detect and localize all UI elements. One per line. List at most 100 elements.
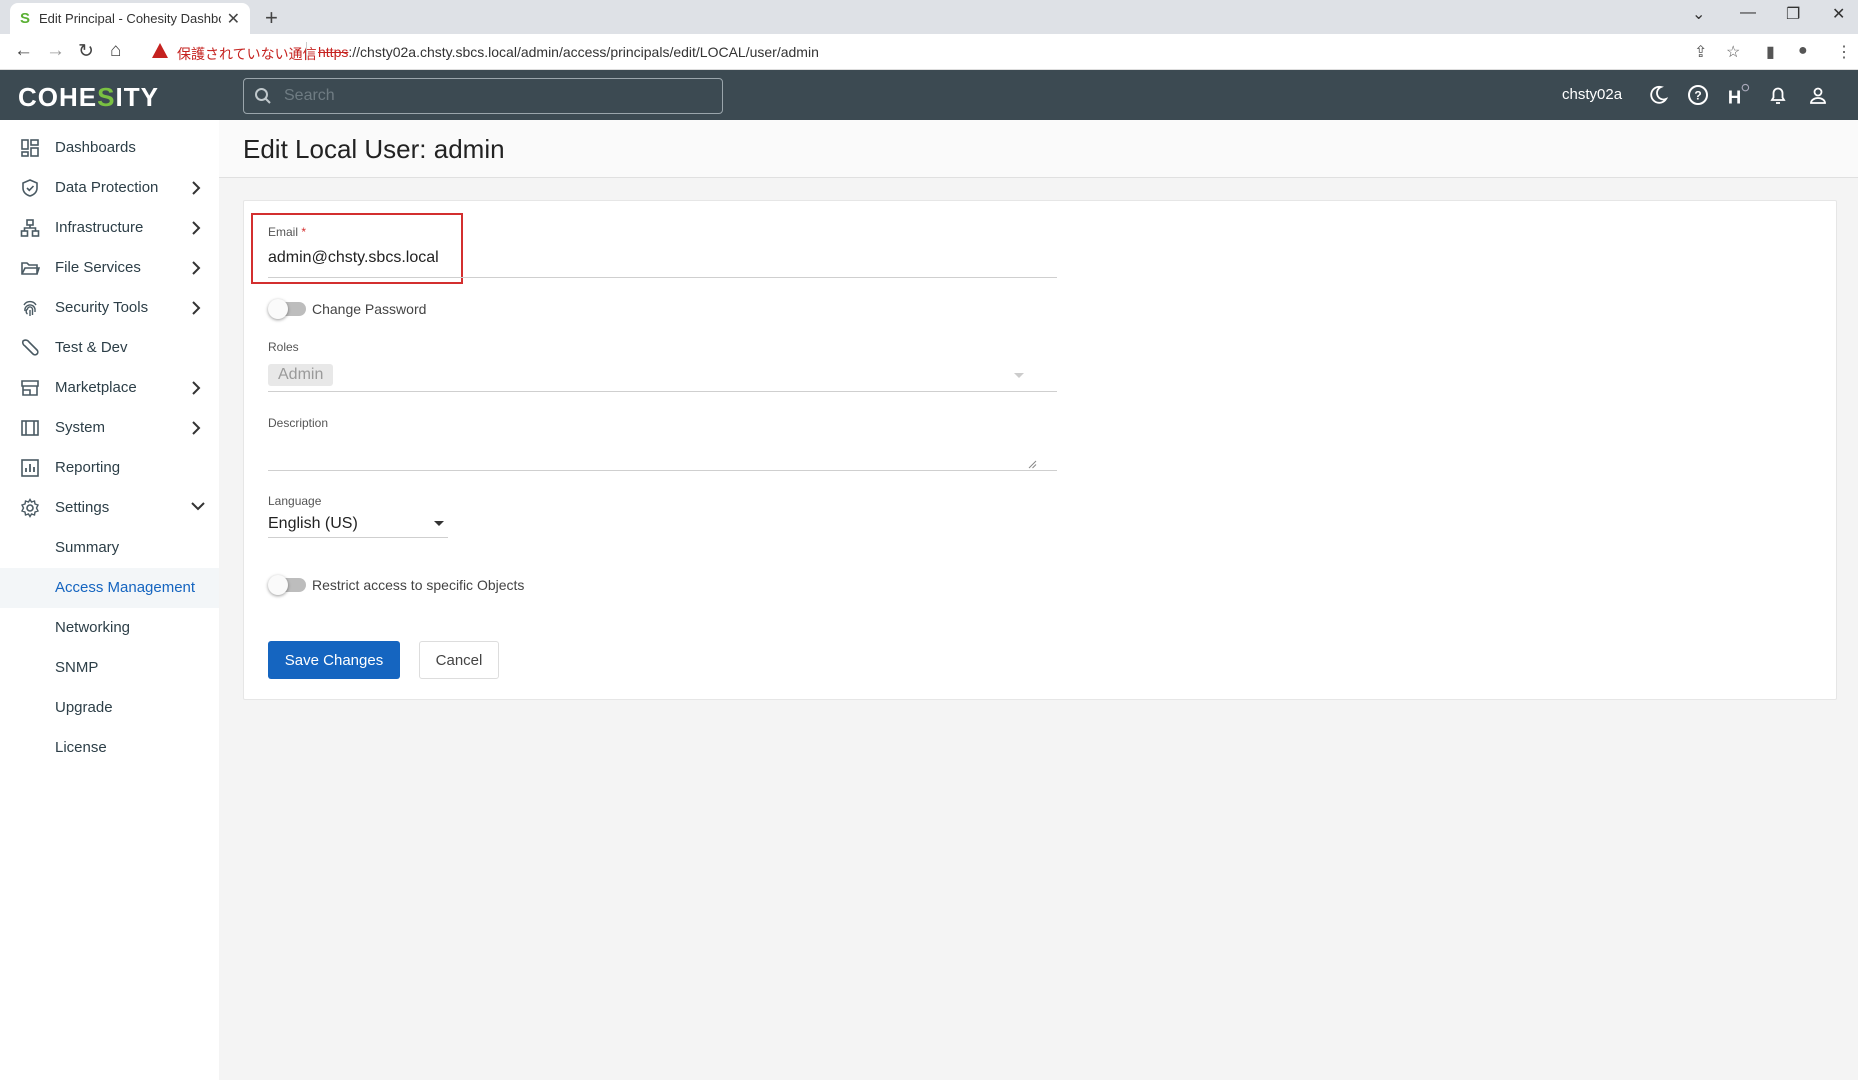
sidebar-subitem-label: Summary bbox=[55, 539, 120, 556]
description-underline bbox=[268, 470, 1057, 471]
language-select[interactable]: English (US) bbox=[268, 515, 358, 533]
helios-icon[interactable]: H bbox=[1726, 83, 1750, 107]
sidebar-item-test-dev[interactable]: Test & Dev bbox=[0, 328, 219, 368]
cancel-button[interactable]: Cancel bbox=[419, 641, 499, 679]
side-panel-icon[interactable]: ▮ bbox=[1766, 42, 1775, 62]
store-icon bbox=[21, 380, 39, 396]
minimize-icon[interactable]: — bbox=[1740, 4, 1756, 22]
share-icon[interactable]: ⇪ bbox=[1694, 42, 1707, 62]
sidebar-subitem-summary[interactable]: Summary bbox=[0, 528, 219, 568]
sidebar-item-label: Data Protection bbox=[55, 179, 159, 196]
infrastructure-icon bbox=[20, 219, 40, 237]
chevron-right-icon bbox=[192, 221, 201, 235]
cohesity-favicon-icon: S bbox=[20, 10, 31, 27]
wrench-icon bbox=[21, 339, 39, 356]
search-icon bbox=[255, 88, 271, 104]
url-field[interactable]: https://chsty02a.chsty.sbcs.local/admin/… bbox=[318, 44, 819, 60]
sidebar-item-label: Settings bbox=[55, 499, 110, 516]
browser-menu-icon[interactable]: ⋮ bbox=[1836, 42, 1852, 62]
roles-underline bbox=[268, 391, 1057, 392]
restore-icon[interactable]: ❐ bbox=[1786, 4, 1800, 24]
address-bar: ← → ↻ ⌂ 保護されていない通信 https://chsty02a.chst… bbox=[0, 34, 1858, 70]
role-chip-admin: Admin bbox=[268, 364, 334, 386]
cohesity-logo[interactable]: COHESITY bbox=[18, 82, 159, 113]
chevron-down-icon bbox=[191, 502, 205, 511]
change-password-toggle[interactable] bbox=[268, 299, 306, 319]
url-path: ://chsty02a.chsty.sbcs.local/admin/acces… bbox=[348, 44, 819, 60]
sidebar-subitem-license[interactable]: License bbox=[0, 728, 219, 768]
sidebar-item-system[interactable]: System bbox=[0, 408, 219, 448]
sidebar-subitem-networking[interactable]: Networking bbox=[0, 608, 219, 648]
browser-tab[interactable]: S Edit Principal - Cohesity Dashboa ✕ bbox=[10, 3, 250, 34]
sidebar-item-data-protection[interactable]: Data Protection bbox=[0, 168, 219, 208]
edit-user-form: Email * admin@chsty.sbcs.local Change Pa… bbox=[243, 200, 1837, 700]
help-icon[interactable]: ? bbox=[1686, 83, 1710, 107]
sidebar-subitem-snmp[interactable]: SNMP bbox=[0, 648, 219, 688]
profile-icon[interactable]: ● bbox=[1798, 42, 1808, 60]
sidebar-item-label: Marketplace bbox=[55, 379, 137, 396]
sidebar-item-label: Security Tools bbox=[55, 299, 149, 316]
language-dropdown-caret-icon[interactable] bbox=[434, 521, 444, 526]
system-icon bbox=[21, 420, 39, 436]
dark-mode-icon[interactable] bbox=[1646, 83, 1670, 107]
sidebar-item-marketplace[interactable]: Marketplace bbox=[0, 368, 219, 408]
sidebar-item-settings[interactable]: Settings bbox=[0, 488, 219, 528]
gear-icon bbox=[21, 498, 39, 518]
roles-dropdown-caret-icon[interactable] bbox=[1014, 373, 1024, 378]
tab-title: Edit Principal - Cohesity Dashboa bbox=[39, 11, 221, 26]
email-field[interactable]: admin@chsty.sbcs.local bbox=[268, 249, 439, 267]
sidebar-subitem-label: Access Management bbox=[55, 579, 196, 596]
chevron-right-icon bbox=[192, 381, 201, 395]
url-divider bbox=[306, 42, 307, 60]
close-window-icon[interactable]: ✕ bbox=[1832, 4, 1845, 24]
bell-icon[interactable] bbox=[1766, 83, 1790, 107]
description-textarea[interactable] bbox=[268, 434, 1057, 470]
dashboard-icon bbox=[21, 139, 39, 157]
sidebar-item-file-services[interactable]: File Services bbox=[0, 248, 219, 288]
report-icon bbox=[21, 459, 39, 477]
tab-close-icon[interactable]: ✕ bbox=[227, 9, 240, 29]
search-input[interactable] bbox=[284, 87, 704, 105]
security-warning[interactable]: 保護されていない通信 bbox=[177, 44, 317, 64]
url-scheme: https bbox=[318, 44, 349, 60]
tab-search-icon[interactable]: ⌄ bbox=[1692, 4, 1705, 24]
home-icon[interactable]: ⌂ bbox=[110, 40, 121, 62]
email-label: Email * bbox=[268, 225, 307, 239]
save-changes-button[interactable]: Save Changes bbox=[268, 641, 400, 679]
cluster-name[interactable]: chsty02a bbox=[1562, 86, 1622, 103]
sidebar-item-infrastructure[interactable]: Infrastructure bbox=[0, 208, 219, 248]
restrict-access-toggle[interactable] bbox=[268, 575, 306, 595]
sidebar-item-label: Reporting bbox=[55, 459, 121, 476]
app-header: COHESITY chsty02a ? H bbox=[0, 70, 1858, 120]
chevron-right-icon bbox=[192, 301, 201, 315]
chevron-right-icon bbox=[192, 181, 201, 195]
resize-handle-icon[interactable] bbox=[1027, 459, 1037, 469]
email-underline bbox=[268, 277, 1057, 278]
sidebar-subitem-label: SNMP bbox=[55, 659, 99, 676]
sidebar-item-reporting[interactable]: Reporting bbox=[0, 448, 219, 488]
user-icon[interactable] bbox=[1806, 83, 1830, 107]
browser-tab-strip: S Edit Principal - Cohesity Dashboa ✕ + … bbox=[0, 0, 1858, 34]
sidebar-item-label: Test & Dev bbox=[55, 339, 128, 356]
sidebar: Dashboards Data Protection Infrastructur… bbox=[0, 120, 219, 1080]
sidebar-subitem-access-management[interactable]: Access Management bbox=[0, 568, 219, 608]
forward-icon[interactable]: → bbox=[46, 40, 65, 62]
sidebar-item-security-tools[interactable]: Security Tools bbox=[0, 288, 219, 328]
fingerprint-icon bbox=[23, 300, 37, 316]
search-box[interactable] bbox=[243, 78, 723, 114]
sidebar-item-label: Dashboards bbox=[55, 139, 136, 156]
back-icon[interactable]: ← bbox=[14, 40, 33, 62]
shield-icon bbox=[22, 179, 38, 197]
sidebar-item-label: File Services bbox=[55, 259, 141, 276]
sidebar-item-dashboards[interactable]: Dashboards bbox=[0, 128, 219, 168]
sidebar-subitem-upgrade[interactable]: Upgrade bbox=[0, 688, 219, 728]
new-tab-icon[interactable]: + bbox=[265, 5, 278, 31]
restrict-access-label: Restrict access to specific Objects bbox=[312, 577, 525, 593]
roles-label: Roles bbox=[268, 340, 299, 354]
bookmark-star-icon[interactable]: ☆ bbox=[1726, 42, 1740, 62]
chevron-right-icon bbox=[192, 421, 201, 435]
sidebar-subitem-label: Upgrade bbox=[55, 699, 113, 716]
reload-icon[interactable]: ↻ bbox=[78, 40, 94, 63]
sidebar-item-label: Infrastructure bbox=[55, 219, 144, 236]
required-marker: * bbox=[301, 225, 307, 239]
